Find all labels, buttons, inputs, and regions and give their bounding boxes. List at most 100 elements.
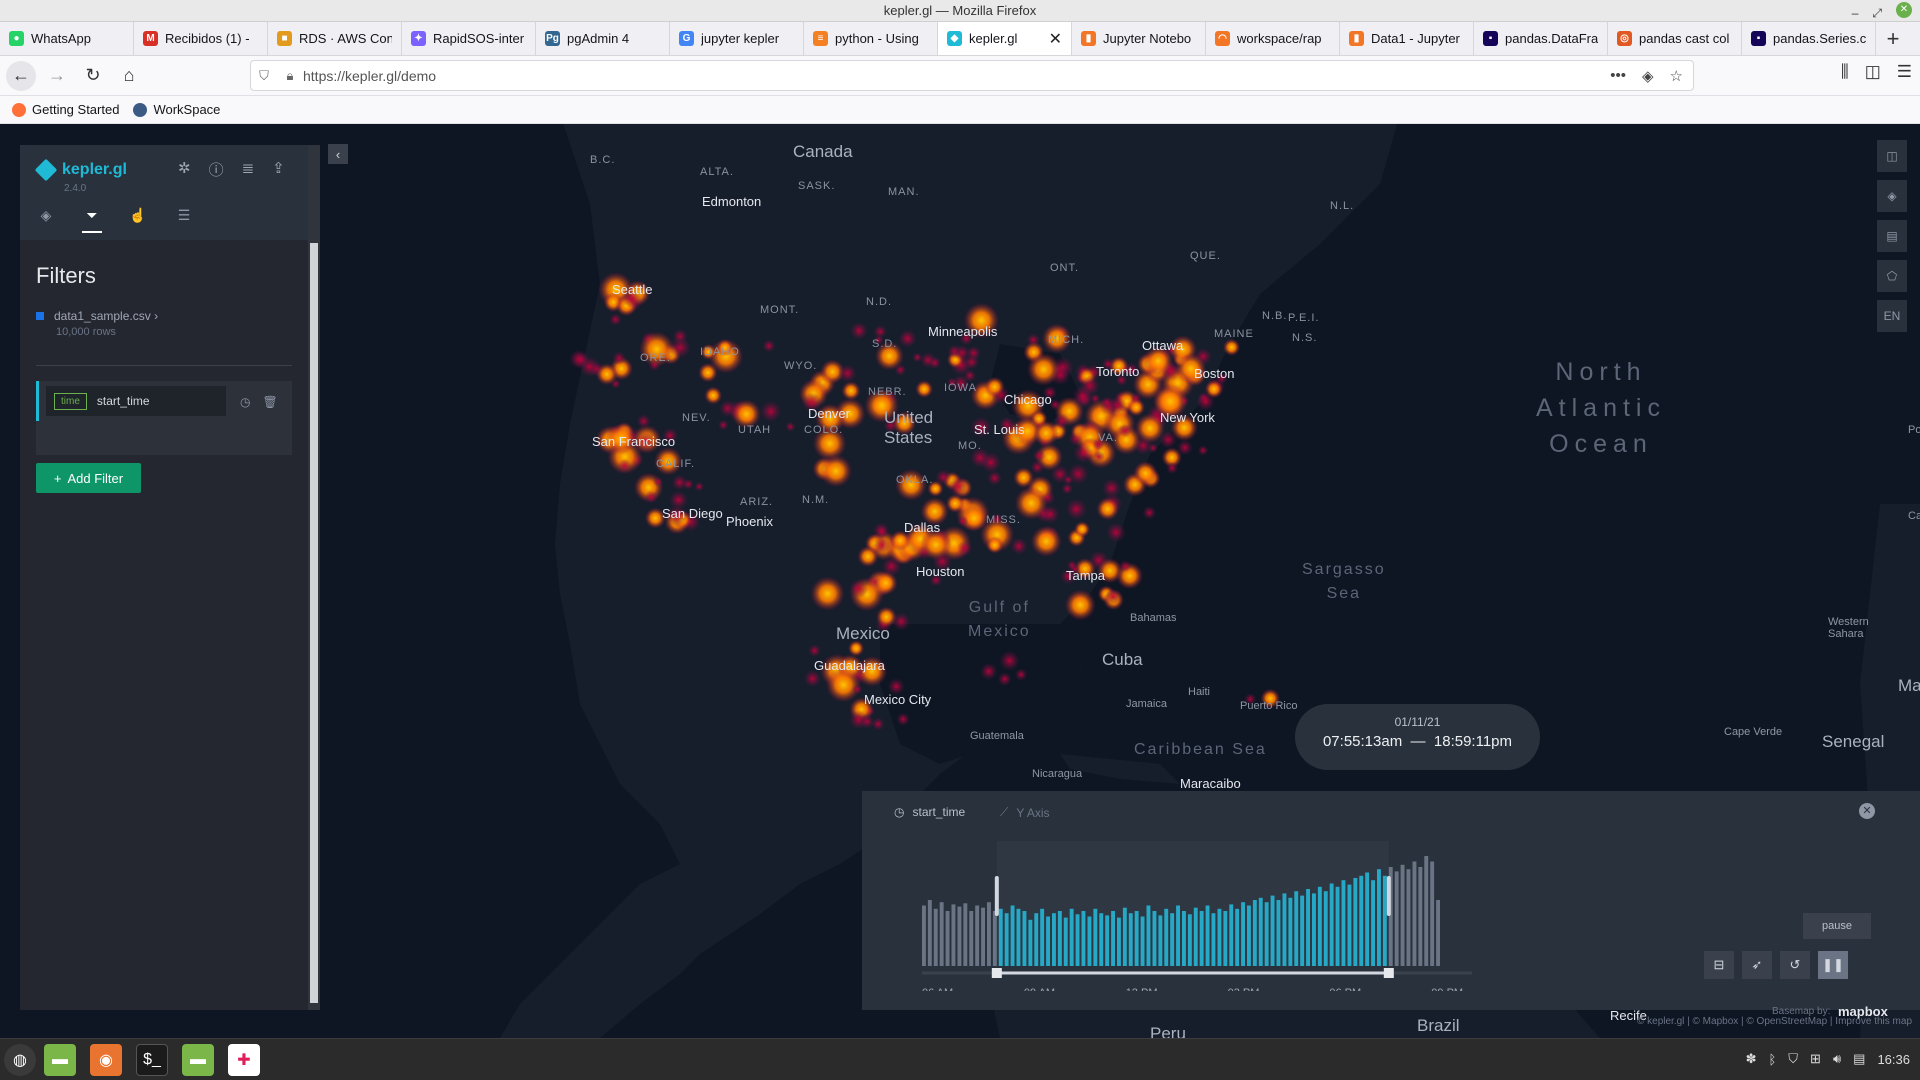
home-button[interactable]: ⌂ xyxy=(114,61,144,91)
kepler-logo[interactable]: kepler.gl xyxy=(34,158,127,182)
reset-icon[interactable]: ↺ xyxy=(1780,951,1810,979)
split-map-icon[interactable]: ◫ xyxy=(1877,140,1907,172)
bookmark-item[interactable]: Getting Started xyxy=(12,102,119,117)
share-icon[interactable]: ⇪ xyxy=(272,159,285,180)
filter-field-selector[interactable]: time start_time xyxy=(46,386,226,416)
browser-tab[interactable]: ◠ workspace/rap xyxy=(1206,22,1340,55)
library-icon[interactable]: ⫼ xyxy=(1841,62,1849,82)
interactions-tab-icon[interactable]: ☝ xyxy=(128,207,148,233)
new-tab-button[interactable]: + xyxy=(1876,22,1910,55)
menu-icon[interactable]: ☰ xyxy=(1897,62,1912,82)
time-widget-field-name[interactable]: start_time xyxy=(912,805,965,819)
divider xyxy=(36,365,292,366)
os-taskbar: ◍ ▬ ◉ $_ ▬ ✚ ✽ ᛒ ⛉ ⊞ 🔊︎ ▤ 16:36 xyxy=(0,1038,1920,1080)
bug-report-icon[interactable]: ✲ xyxy=(178,159,191,180)
browser-tab[interactable]: ✦ RapidSOS-inter xyxy=(402,22,536,55)
database-icon[interactable]: ≣ xyxy=(242,159,255,180)
filters-tab-icon[interactable]: ⏷ xyxy=(82,207,102,233)
browser-tab[interactable]: ● WhatsApp xyxy=(0,22,134,55)
map-label-guatemala: Guatemala xyxy=(970,730,1024,742)
shield-icon[interactable]: ⛉ xyxy=(1788,1051,1798,1067)
tray-app-icon[interactable]: ✽ xyxy=(1746,1051,1757,1067)
selection-start-handle[interactable] xyxy=(994,876,999,916)
browser-tab[interactable]: ◆ kepler.gl ✕ xyxy=(938,22,1072,55)
time-widget-field[interactable]: ◷ start_time xyxy=(894,805,965,819)
legend-icon[interactable]: ▤ xyxy=(1877,220,1907,252)
slider-end-knob[interactable] xyxy=(1383,968,1394,978)
browser-tab[interactable]: ◎ pandas cast col xyxy=(1608,22,1742,55)
map-label-edge-po: Po xyxy=(1908,424,1920,436)
slider-start-knob[interactable] xyxy=(991,968,1002,978)
dataset-name[interactable]: data1_sample.csv xyxy=(54,309,151,323)
panel-actions: ✲ ⓘ ≣ ⇪ xyxy=(178,159,285,180)
bookmark-star-icon[interactable]: ☆ xyxy=(1670,67,1683,85)
pocket-icon[interactable]: ◈ xyxy=(1642,67,1654,85)
browser-tab[interactable]: Pg pgAdmin 4 xyxy=(536,22,670,55)
bookmark-item[interactable]: WorkSpace xyxy=(133,102,220,117)
bluetooth-icon[interactable]: ᛒ xyxy=(1768,1052,1776,1067)
minimize-icon[interactable]: – xyxy=(1852,2,1859,24)
browser-tab[interactable]: M Recibidos (1) - xyxy=(134,22,268,55)
browser-tab[interactable]: ▮ Data1 - Jupyter xyxy=(1340,22,1474,55)
tab-favicon-icon: Pg xyxy=(545,31,560,46)
chevron-right-icon[interactable]: › xyxy=(154,309,158,323)
browser-tab[interactable]: ≡ python - Using xyxy=(804,22,938,55)
page-actions-icon[interactable]: ••• xyxy=(1610,67,1626,85)
clock[interactable]: 16:36 xyxy=(1877,1052,1910,1067)
reload-button[interactable]: ↻ xyxy=(78,61,108,91)
back-button[interactable]: ← xyxy=(6,60,36,91)
pause-button[interactable]: ❚❚ xyxy=(1818,951,1848,979)
start-menu-icon[interactable]: ◍ xyxy=(4,1044,36,1076)
time-histogram[interactable]: 06 AM 09 AM 12 PM 03 PM 06 PM 09 PM xyxy=(912,841,1492,991)
browser-tab[interactable]: ■ RDS · AWS Con xyxy=(268,22,402,55)
browser-tab[interactable]: ▪ pandas.Series.c xyxy=(1742,22,1876,55)
url-text[interactable]: https://kepler.gl/demo xyxy=(303,68,436,84)
histogram-bar xyxy=(957,906,962,966)
firefox-icon[interactable]: ◉ xyxy=(90,1044,122,1076)
draw-polygon-icon[interactable]: ⬠ xyxy=(1877,260,1907,292)
volume-icon[interactable]: 🔊︎ xyxy=(1833,1051,1841,1067)
terminal-icon[interactable]: $_ xyxy=(136,1044,168,1076)
base-map-tab-icon[interactable]: ☰ xyxy=(174,207,194,233)
trash-icon[interactable]: 🗑︎ xyxy=(262,395,277,409)
lock-icon[interactable]: 🔒︎ xyxy=(277,68,303,84)
restore-icon[interactable]: ⤢ xyxy=(1872,2,1882,24)
speed-icon[interactable]: ➶ xyxy=(1742,951,1772,979)
slack-icon[interactable]: ✚ xyxy=(228,1044,260,1076)
map-label-sanfrancisco: San Francisco xyxy=(592,434,676,449)
info-icon[interactable]: ⓘ xyxy=(209,159,224,180)
y-axis-selector[interactable]: ⟋ Y Axis xyxy=(1000,805,1050,820)
clipboard-icon[interactable]: ▤ xyxy=(1853,1051,1865,1067)
collapse-panel-button[interactable]: ‹ xyxy=(328,144,348,164)
scrollbar-thumb[interactable] xyxy=(310,243,318,1003)
url-bar[interactable]: ⛉ 🔒︎ https://kepler.gl/demo ••• ◈ ☆ xyxy=(250,60,1694,91)
side-panel-scrollbar[interactable] xyxy=(308,145,320,1010)
folder-icon[interactable]: ▬ xyxy=(182,1044,214,1076)
close-window-icon[interactable]: ✕ xyxy=(1896,2,1912,18)
dataset-title[interactable]: data1_sample.csv › xyxy=(36,309,158,323)
layers-tab-icon[interactable]: ◈ xyxy=(36,207,56,233)
map-label-mich: MICH. xyxy=(1048,334,1085,346)
map-attribution[interactable]: © kepler.gl | © Mapbox | © OpenStreetMap… xyxy=(1600,1016,1912,1027)
locale-button[interactable]: EN xyxy=(1877,300,1907,332)
browser-tab[interactable]: ▮ Jupyter Notebo xyxy=(1072,22,1206,55)
filter-field-name[interactable]: start_time xyxy=(97,394,150,408)
heatmap-point xyxy=(1197,445,1209,456)
y-axis-label[interactable]: Y Axis xyxy=(1016,806,1049,820)
3d-view-icon[interactable]: ◈ xyxy=(1877,180,1907,212)
tracking-shield-icon[interactable]: ⛉ xyxy=(251,68,277,84)
selection-end-handle[interactable] xyxy=(1386,876,1391,916)
map-label-nd: N.D. xyxy=(866,296,892,308)
browser-tab[interactable]: ▪ pandas.DataFra xyxy=(1474,22,1608,55)
window-mode-icon[interactable]: ⊟ xyxy=(1704,951,1734,979)
forward-button[interactable]: → xyxy=(42,61,72,91)
close-tab-icon[interactable]: ✕ xyxy=(1049,29,1062,49)
add-filter-button[interactable]: + Add Filter xyxy=(36,463,141,493)
clock-icon[interactable]: ◷ xyxy=(240,395,250,409)
close-widget-icon[interactable]: ✕ xyxy=(1859,803,1875,819)
browser-tab[interactable]: Gjupyter kepler xyxy=(670,22,804,55)
sidebar-icon[interactable]: ◫ xyxy=(1865,62,1881,82)
network-icon[interactable]: ⊞ xyxy=(1810,1051,1821,1067)
time-selection-window[interactable] xyxy=(997,841,1389,966)
file-manager-icon[interactable]: ▬ xyxy=(44,1044,76,1076)
